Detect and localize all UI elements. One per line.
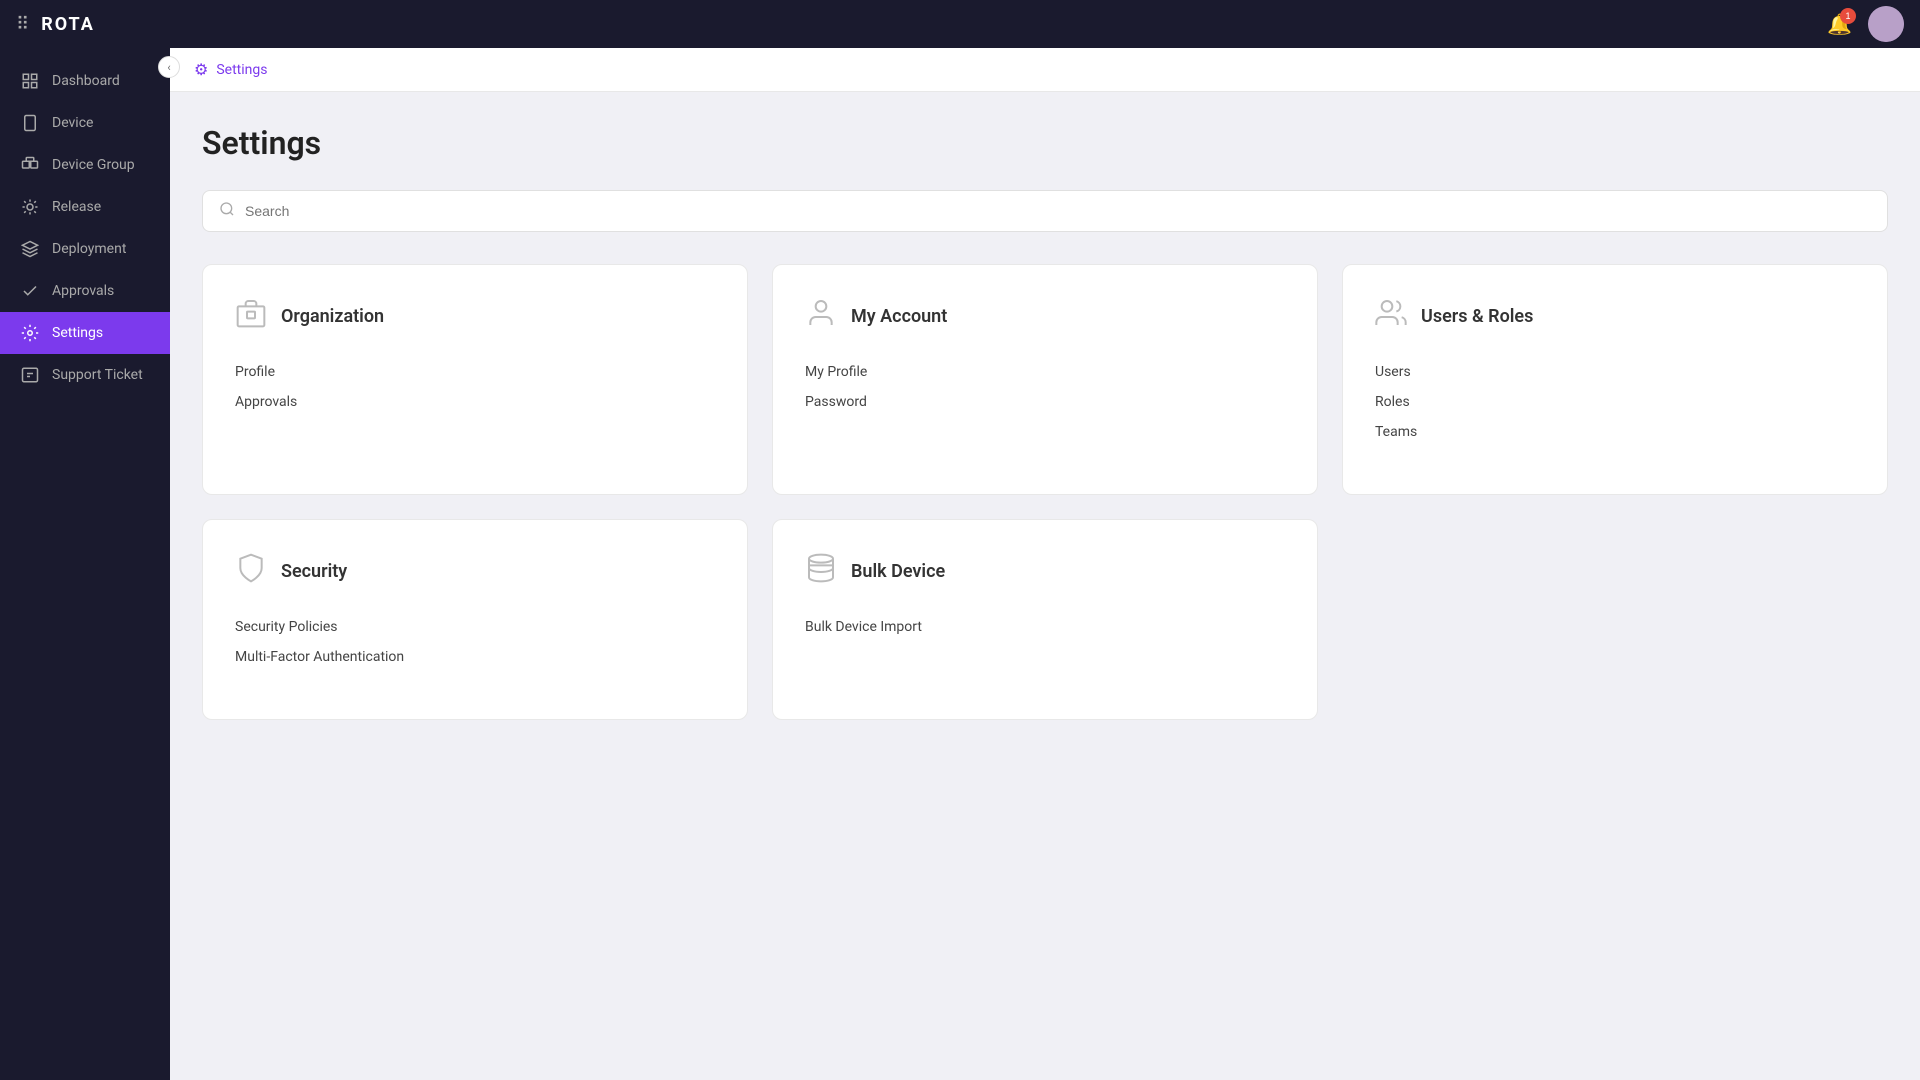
users-roles-icon xyxy=(1375,297,1407,336)
device-icon xyxy=(20,114,40,132)
sidebar-item-device[interactable]: Device xyxy=(0,102,170,144)
topbar: ⠿ ROTA 🔔 1 xyxy=(0,0,1920,48)
users-link[interactable]: Users xyxy=(1375,364,1855,380)
sidebar-item-deployment[interactable]: Deployment xyxy=(0,228,170,270)
sidebar-label-approvals: Approvals xyxy=(52,283,114,299)
support-icon xyxy=(20,366,40,384)
main-content: ⚙ Settings Settings xyxy=(170,48,1920,1080)
users-roles-card: Users & Roles Users Roles Teams xyxy=(1342,264,1888,495)
bulk-device-import-link[interactable]: Bulk Device Import xyxy=(805,619,1285,635)
notification-button[interactable]: 🔔 1 xyxy=(1827,12,1852,37)
release-icon xyxy=(20,198,40,216)
avatar-image xyxy=(1868,6,1904,42)
grid-icon[interactable]: ⠿ xyxy=(16,14,29,35)
topbar-left: ⠿ ROTA xyxy=(16,14,95,35)
page-title: Settings xyxy=(202,124,1888,162)
empty-card-slot xyxy=(1342,519,1888,720)
roles-link[interactable]: Roles xyxy=(1375,394,1855,410)
password-link[interactable]: Password xyxy=(805,394,1285,410)
sidebar-item-device-group[interactable]: Device Group xyxy=(0,144,170,186)
sidebar-item-dashboard[interactable]: Dashboard xyxy=(0,60,170,102)
cards-grid-top: Organization Profile Approvals My Accoun… xyxy=(202,264,1888,495)
sidebar-item-support-ticket[interactable]: Support Ticket xyxy=(0,354,170,396)
my-account-icon xyxy=(805,297,837,336)
sidebar-collapse-button[interactable]: ‹ xyxy=(158,56,180,78)
organization-card-header: Organization xyxy=(235,297,715,336)
organization-card-title: Organization xyxy=(281,306,384,327)
app-logo: ROTA xyxy=(41,14,95,35)
breadcrumb-icon: ⚙ xyxy=(194,60,208,79)
security-card-title: Security xyxy=(281,561,347,582)
my-account-card-header: My Account xyxy=(805,297,1285,336)
sidebar: ‹ Dashboard Device Device Group Release … xyxy=(0,48,170,1080)
sidebar-label-device: Device xyxy=(52,115,93,131)
sidebar-item-release[interactable]: Release xyxy=(0,186,170,228)
sidebar-label-release: Release xyxy=(52,199,101,215)
settings-icon xyxy=(20,324,40,342)
breadcrumb: ⚙ Settings xyxy=(170,48,1920,92)
security-card: Security Security Policies Multi-Factor … xyxy=(202,519,748,720)
organization-icon xyxy=(235,297,267,336)
content-area: Settings xyxy=(170,92,1920,752)
breadcrumb-text: Settings xyxy=(216,62,267,78)
sidebar-label-dashboard: Dashboard xyxy=(52,73,120,89)
users-roles-card-header: Users & Roles xyxy=(1375,297,1855,336)
security-icon xyxy=(235,552,267,591)
sidebar-label-support-ticket: Support Ticket xyxy=(52,367,143,383)
approvals-link[interactable]: Approvals xyxy=(235,394,715,410)
search-icon xyxy=(219,201,235,221)
bulk-device-card: Bulk Device Bulk Device Import xyxy=(772,519,1318,720)
profile-link[interactable]: Profile xyxy=(235,364,715,380)
search-input[interactable] xyxy=(245,203,1871,219)
sidebar-item-settings[interactable]: Settings xyxy=(0,312,170,354)
security-card-header: Security xyxy=(235,552,715,591)
bulk-device-icon xyxy=(805,552,837,591)
bulk-device-card-header: Bulk Device xyxy=(805,552,1285,591)
my-account-card-title: My Account xyxy=(851,306,947,327)
sidebar-label-settings: Settings xyxy=(52,325,103,341)
topbar-right: 🔔 1 xyxy=(1827,6,1904,42)
dashboard-icon xyxy=(20,72,40,90)
sidebar-item-approvals[interactable]: Approvals xyxy=(0,270,170,312)
sidebar-label-deployment: Deployment xyxy=(52,241,126,257)
avatar[interactable] xyxy=(1868,6,1904,42)
notification-badge: 1 xyxy=(1840,8,1856,24)
mfa-link[interactable]: Multi-Factor Authentication xyxy=(235,649,715,665)
approvals-icon xyxy=(20,282,40,300)
search-container xyxy=(202,190,1888,232)
bulk-device-card-title: Bulk Device xyxy=(851,561,945,582)
teams-link[interactable]: Teams xyxy=(1375,424,1855,440)
my-account-card: My Account My Profile Password xyxy=(772,264,1318,495)
security-policies-link[interactable]: Security Policies xyxy=(235,619,715,635)
deployment-icon xyxy=(20,240,40,258)
sidebar-label-device-group: Device Group xyxy=(52,157,135,173)
my-profile-link[interactable]: My Profile xyxy=(805,364,1285,380)
cards-grid-bottom: Security Security Policies Multi-Factor … xyxy=(202,519,1888,720)
device-group-icon xyxy=(20,156,40,174)
organization-card: Organization Profile Approvals xyxy=(202,264,748,495)
users-roles-card-title: Users & Roles xyxy=(1421,306,1533,327)
